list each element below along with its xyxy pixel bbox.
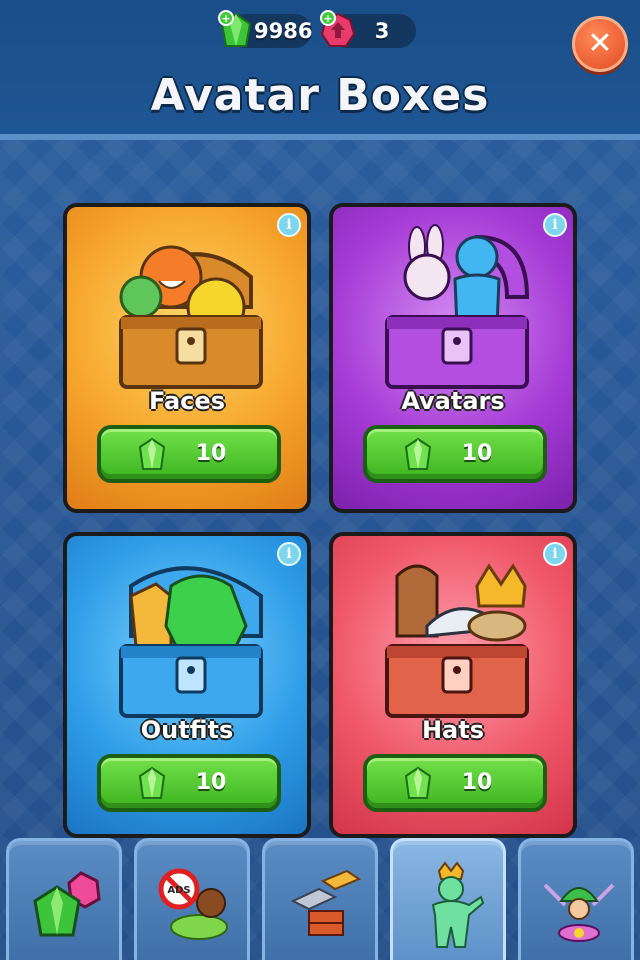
tab-avatar[interactable] xyxy=(390,838,506,960)
hats-box-card[interactable]: i Hats 10 xyxy=(329,532,577,838)
tokens-counter[interactable]: + 3 xyxy=(320,10,416,48)
hats-chest-icon xyxy=(385,563,529,718)
price-label: 10 xyxy=(195,441,227,466)
gem-icon xyxy=(138,766,166,799)
no-ads-icon: ADS xyxy=(158,868,228,940)
faces-chest-icon xyxy=(119,245,263,389)
gems-count: 9986 xyxy=(254,19,313,43)
box-label: Faces xyxy=(149,387,225,415)
close-button[interactable]: ✕ xyxy=(572,16,628,72)
gems-shop-icon xyxy=(33,871,101,937)
box-label: Avatars xyxy=(401,387,505,415)
tab-building-blocks[interactable] xyxy=(262,838,378,960)
buy-hats-button[interactable]: 10 xyxy=(363,754,547,812)
faces-box-card[interactable]: i Faces 10 xyxy=(63,203,311,513)
building-blocks-icon xyxy=(290,869,362,936)
close-icon: ✕ xyxy=(587,26,613,61)
bottom-tab-bar: ADS xyxy=(0,838,640,960)
avatars-box-card[interactable]: i Avatars 10 xyxy=(329,203,577,513)
buy-faces-button[interactable]: 10 xyxy=(97,425,281,483)
gem-icon: + xyxy=(218,10,252,47)
avatar-icon xyxy=(431,861,485,948)
token-icon: + xyxy=(320,10,356,47)
gem-icon xyxy=(138,437,166,470)
price-label: 10 xyxy=(195,770,227,795)
svg-text:+: + xyxy=(323,12,332,25)
tab-gear-bundle[interactable] xyxy=(518,838,634,960)
tokens-count: 3 xyxy=(374,19,390,43)
buy-avatars-button[interactable]: 10 xyxy=(363,425,547,483)
outfits-box-card[interactable]: i Outfits 10 xyxy=(63,532,311,838)
buy-outfits-button[interactable]: 10 xyxy=(97,754,281,812)
page-title: Avatar Boxes xyxy=(150,70,490,121)
avatars-chest-icon xyxy=(385,224,530,389)
header: + 9986 + 3 ✕ Avatar Boxes xyxy=(0,0,640,140)
svg-text:ADS: ADS xyxy=(167,885,190,896)
gems-counter[interactable]: + 9986 xyxy=(218,10,313,48)
price-label: 10 xyxy=(461,441,493,466)
outfits-chest-icon xyxy=(119,566,263,718)
tab-gems-shop[interactable] xyxy=(6,838,122,960)
svg-text:+: + xyxy=(221,12,230,25)
tab-no-ads[interactable]: ADS xyxy=(134,838,250,960)
price-label: 10 xyxy=(461,770,493,795)
gem-icon xyxy=(404,766,432,799)
gem-icon xyxy=(404,437,432,470)
box-label: Hats xyxy=(421,716,485,744)
box-label: Outfits xyxy=(140,716,234,744)
gear-bundle-icon xyxy=(543,883,615,942)
